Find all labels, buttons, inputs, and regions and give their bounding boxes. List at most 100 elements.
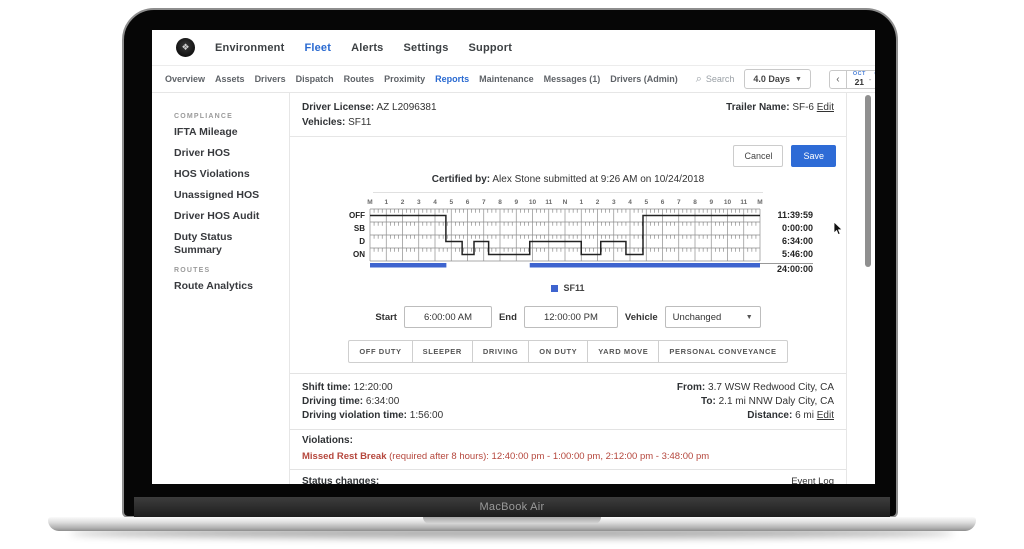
topnav-item-fleet[interactable]: Fleet [304, 42, 331, 54]
sidebar-item-route-analytics[interactable]: Route Analytics [174, 280, 274, 293]
trailer-edit-link[interactable]: Edit [817, 102, 834, 113]
driving-time-label: Driving time: [302, 396, 364, 407]
chart-hour-label: 6 [660, 199, 665, 206]
status-button-sleeper[interactable]: SLEEPER [411, 340, 473, 363]
vehicle-select[interactable]: Unchanged ▼ [664, 306, 761, 328]
topnav-item-environment[interactable]: Environment [215, 42, 284, 54]
event-log-link[interactable]: Event Log [791, 476, 834, 484]
end-time-input[interactable] [523, 306, 618, 328]
save-button[interactable]: Save [791, 145, 836, 167]
subnav-item-dispatch[interactable]: Dispatch [296, 74, 334, 84]
violation-name: Missed Rest Break [302, 451, 387, 462]
sidebar-item-hos-violations[interactable]: HOS Violations [174, 168, 274, 181]
driver-info: Driver License: AZ L2096381 Vehicles: SF… [302, 100, 437, 130]
status-button-off-duty[interactable]: OFF DUTY [348, 340, 413, 363]
legend-label: SF11 [563, 283, 585, 293]
vehicles-value: SF11 [348, 117, 372, 128]
driver-header: Driver License: AZ L2096381 Vehicles: SF… [290, 93, 846, 137]
chart-row-label-off: OFF [349, 211, 365, 220]
brand-logo-icon[interactable]: ❖ [176, 38, 195, 57]
vehicle-select-value: Unchanged [672, 311, 722, 323]
chart-row-label-on: ON [353, 250, 365, 259]
topnav-item-alerts[interactable]: Alerts [351, 42, 383, 54]
sidebar-item-ifta-mileage[interactable]: IFTA Mileage [174, 126, 274, 139]
chart-hour-label: 3 [611, 199, 616, 206]
status-changes-heading: Status changes: [302, 476, 380, 484]
distance-edit-link[interactable]: Edit [817, 410, 834, 421]
driver-license-line: Driver License: AZ L2096381 [302, 100, 437, 115]
scroll-gutter [847, 93, 875, 484]
subnav-item-proximity[interactable]: Proximity [384, 74, 425, 84]
sidebar-item-duty-status-summary[interactable]: Duty Status Summary [174, 231, 274, 257]
chart-hour-label: 2 [595, 199, 600, 206]
date-end: OCT 24 [874, 71, 875, 87]
sidebar-item-driver-hos-audit[interactable]: Driver HOS Audit [174, 210, 274, 223]
chart-hour-label: N [562, 199, 568, 206]
chart-hour-label: 10 [723, 199, 732, 206]
shift-time-value: 12:20:00 [353, 382, 393, 393]
status-button-driving[interactable]: DRIVING [471, 340, 530, 363]
cancel-button[interactable]: Cancel [733, 145, 784, 167]
chart-hour-label: 4 [628, 199, 632, 206]
chart-hour-label: 5 [644, 199, 649, 206]
from-label: From: [676, 382, 706, 393]
macbook-mockup: MacBook Air ❖ Environment Fleet Alerts Sett… [0, 0, 1024, 549]
vehicle-label: Vehicle [624, 311, 658, 323]
date-range-picker: ‹ OCT 21 - OCT 24 › [828, 69, 875, 89]
laptop-brand-text: MacBook Air [479, 501, 545, 513]
start-time-input[interactable] [403, 306, 492, 328]
topnav-item-support[interactable]: Support [469, 42, 513, 54]
driver-hos-panel: Driver License: AZ L2096381 Vehicles: SF… [290, 93, 847, 484]
app-screen: ❖ Environment Fleet Alerts Settings Support … [152, 30, 875, 484]
segment-edit-form: Start End Vehicle Unchanged ▼ [290, 306, 846, 328]
topnav-item-settings[interactable]: Settings [404, 42, 449, 54]
violation-detail: (required after 8 hours): 12:40:00 pm - … [386, 451, 710, 462]
status-button-yard-move[interactable]: YARD MOVE [587, 340, 660, 363]
shift-summary: Shift time: 12:20:00 Driving time: 6:34:… [290, 374, 846, 429]
subnav-item-messages-1[interactable]: Messages (1) [544, 74, 601, 84]
status-button-personal-conveyance[interactable]: PERSONAL CONVEYANCE [658, 340, 788, 363]
sidebar-heading-compliance: COMPLIANCE [174, 113, 234, 120]
days-selector-dropdown[interactable]: 4.0 Days ▼ [744, 69, 811, 89]
search-placeholder: Search [705, 74, 735, 84]
days-selector-label: 4.0 Days [753, 74, 790, 84]
search-icon: ⌕ [695, 72, 702, 85]
chart-hour-label: 3 [416, 199, 421, 206]
driving-time-value: 6:34:00 [365, 396, 400, 407]
sidebar-item-driver-hos[interactable]: Driver HOS [174, 147, 274, 160]
subnav-item-overview[interactable]: Overview [165, 74, 205, 84]
hos-duty-status-chart: M 1 2 3 4 5 6 7 8 9 10 11 N 1 2 3 4 5 6 7 8 9 10 11 M OFF 11:39:59… [290, 199, 846, 279]
status-changes-header: Status changes: Event Log [290, 469, 846, 484]
subnav-item-reports[interactable]: Reports [435, 74, 469, 84]
vertical-scrollbar[interactable] [865, 95, 871, 267]
subnav-item-drivers[interactable]: Drivers [255, 74, 286, 84]
sidebar-heading-routes: ROUTES [174, 267, 211, 274]
subnav-item-routes[interactable]: Routes [344, 74, 375, 84]
date-range-display[interactable]: OCT 21 - OCT 24 [846, 69, 875, 89]
sidebar-item-unassigned-hos[interactable]: Unassigned HOS [174, 189, 274, 202]
chart-hour-label: 9 [514, 199, 519, 206]
prev-date-button[interactable]: ‹ [828, 69, 847, 89]
chart-hour-label: 2 [400, 199, 405, 206]
subnav-item-maintenance[interactable]: Maintenance [479, 74, 534, 84]
chart-hour-label: 11 [545, 199, 553, 206]
driving-violation-time-label: Driving violation time: [302, 410, 408, 421]
hos-grid-svg [369, 208, 761, 268]
edit-actions: Cancel Save [290, 137, 846, 171]
chart-grid-lines [369, 208, 761, 262]
status-button-on-duty[interactable]: ON DUTY [528, 340, 589, 363]
chart-hour-label: 7 [676, 199, 681, 206]
chart-hour-label: 11 [740, 199, 748, 206]
subnav-item-drivers-admin[interactable]: Drivers (Admin) [610, 74, 678, 84]
search-input[interactable]: ⌕ Search [695, 72, 735, 85]
end-label: End [498, 311, 517, 323]
certified-value: Alex Stone submitted at 9:26 AM on 10/24… [492, 174, 705, 185]
chart-hour-label: 5 [449, 199, 454, 206]
chevron-down-icon: ▼ [794, 75, 802, 83]
subnav-item-assets[interactable]: Assets [215, 74, 245, 84]
content-area: COMPLIANCE IFTA Mileage Driver HOS HOS Viol… [152, 93, 875, 484]
date-start: OCT 21 [853, 71, 866, 87]
chart-hour-label: 9 [709, 199, 714, 206]
chart-hour-label: 1 [384, 199, 389, 206]
certified-line: Certified by: Alex Stone submitted at 9:… [290, 174, 846, 185]
